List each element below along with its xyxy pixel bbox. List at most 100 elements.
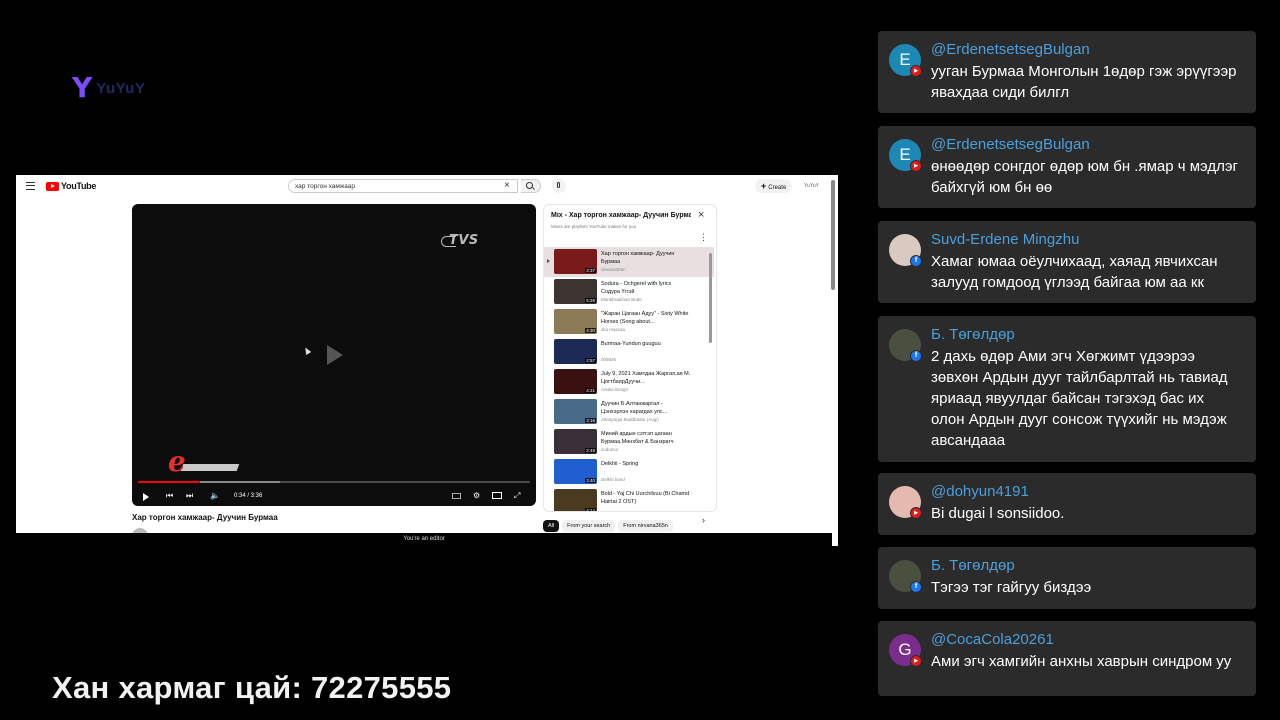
facebook-icon: f [910,350,922,362]
tv-channel-logo: e [168,445,240,478]
playlist-item[interactable]: 2:57 Burmaa-Yundun guuguu 005826 [544,337,714,367]
time-display: 0:34 / 3:36 [234,493,263,499]
playlist-item-title: Bold - Yaj Chi Uurchilvuu (Bi Chamd Hair… [601,491,690,505]
gear-icon[interactable]: ⚙ [473,491,480,501]
next-icon[interactable]: ⏭ [186,491,193,501]
youtube-play-icon [46,181,59,191]
chat-text: Bi dugai l sonsiidoo. [931,505,1065,522]
video-duration: 4:30 [585,328,596,333]
youtube-icon: ▶ [910,65,922,77]
filter-chip[interactable]: All [543,520,560,532]
more-options-icon[interactable]: ⋮ [699,233,708,242]
chevron-right-icon[interactable]: › [702,515,705,525]
chat-text: 2 дахь өдөр Ами эгч Хөгжимт үдээрээ зөвх… [931,348,1228,449]
filter-chip[interactable]: From your search [562,520,616,532]
video-thumbnail: 3:40 [554,459,597,484]
menu-icon[interactable] [26,182,35,190]
playlist-item-title: Хар торгон хамжаар- Дуучин Бурмаа [601,251,675,265]
logo-text: YuYuY [96,79,146,97]
playlist-item[interactable]: 2:49 Миний ардын сэтгэл цагаан Бурмаа,Мөн… [544,427,714,457]
voice-search-button[interactable] [552,179,566,193]
progress-bar[interactable] [138,481,530,483]
youtube-logo[interactable]: YouTube [46,181,96,191]
chat-message: f Suvd-Erdene Mingzhu Хамаг юмаа оёулчихаа… [878,221,1256,303]
playlist-item[interactable]: 3:37 Хар торгон хамжаар- Дуучин Бурмаа nir… [544,247,714,277]
video-duration: 2:49 [585,448,596,453]
chat-text: ууган Бурмаа Монголын 1өдөр гэж эрүүгээр… [931,63,1237,101]
chat-username: Suvd-Erdene Mingzhu [931,231,1080,248]
logo-mark: Y [72,71,93,104]
play-icon[interactable] [143,493,149,501]
playlist-item[interactable]: 4:21 July 9, 2021 Хамтдаа Жаргая,ая М. Цо… [544,367,714,397]
chat-username: @ErdenetsetsegBulgan [931,41,1090,58]
tv-logo-bar [180,464,240,471]
video-duration: 3:16 [585,418,596,423]
playlist-item[interactable]: 4:30 "Жаран Цагаан Адуу" - Sixty White Ho… [544,307,714,337]
sponsor-banner: Хан хармаг цай: 72275555 [52,670,452,705]
playlist-item-title: Миний ардын сэтгэл цагаан Бурмаа,Мөнхбат… [601,431,674,445]
video-duration: 4:21 [585,388,596,393]
close-icon[interactable]: × [698,209,704,221]
progress-fill [138,481,200,483]
chat-username: @dohyun4191 [931,483,1029,500]
chat-text: Ами эгч хамгийн анхны хаврын синдром уу [931,653,1232,670]
playlist-item-channel: sodumur [601,447,619,452]
chat-username: @ErdenetsetsegBulgan [931,136,1090,153]
video-duration: 4:14 [585,508,596,512]
playlist-item-title: "Жаран Цагаан Адуу" - Sixty White Horses… [601,311,689,325]
playlist-scrollbar[interactable] [709,253,712,343]
shared-screen: YouTube хар торгон хамжаар × + Create YuY… [16,175,838,546]
search-button[interactable] [521,179,541,193]
plus-icon: + [761,181,767,191]
tv-logo-letter: e [168,445,186,478]
fullscreen-icon[interactable]: ⤢ [514,491,520,501]
playlist-item-title: Delkhii - Spring [601,461,639,467]
video-thumbnail: 4:30 [554,309,597,334]
chat-text: Тэгээ тэг гайгуу биздээ [931,579,1092,596]
editor-notice: You're an editor [16,533,832,546]
video-duration: 2:57 [585,358,596,363]
player-controls: ⏮ ⏭ 🔈 0:34 / 3:36 ⚙ ⤢ [132,488,536,504]
youtube-header: YouTube хар торгон хамжаар × + Create YuY… [16,175,838,199]
video-thumbnail: 4:21 [554,369,597,394]
video-player[interactable]: TVS e ⏮ ⏭ 🔈 0:34 / 3:36 ⚙ ⤢ [132,204,536,506]
playlist-title: Mix - Хар торгон хамжаар- Дуучин Бурмаа [551,212,691,219]
video-duration: 3:37 [585,268,596,273]
video-thumbnail: 2:57 [554,339,597,364]
youtube-icon: ▶ [910,160,922,172]
playlist-item-title: Sodura - Ochgerel with lyrics Содура Үгг… [601,281,672,295]
video-title: Хар торгон хамжаар- Дуучин Бурмаа [132,513,278,522]
search-icon [526,182,533,189]
playlist-item[interactable]: 4:14 Bold - Yaj Chi Uurchilvuu (Bi Chamd … [544,487,714,512]
mouse-cursor-icon [302,345,312,356]
subtitles-icon[interactable] [452,493,461,499]
account-avatar[interactable]: YuYuY [804,183,819,189]
create-label: Create [768,185,787,191]
video-thumbnail: 3:37 [554,249,597,274]
center-play-icon[interactable] [327,345,343,365]
create-button[interactable]: + Create [755,179,793,193]
previous-icon[interactable]: ⏮ [166,491,173,501]
page-scrollbar[interactable] [831,180,835,290]
playlist-item[interactable]: 3:40 Delkhii - Spring Delkhi band [544,457,714,487]
filter-chips: All From your search From nirvana365n [543,514,676,532]
playlist-item[interactable]: 5:28 Sodura - Ochgerel with lyrics Содура… [544,277,714,307]
video-thumbnail: 2:49 [554,429,597,454]
playlist-items: 3:37 Хар торгон хамжаар- Дуучин Бурмаа nir… [544,247,714,512]
video-duration: 3:40 [585,478,596,483]
volume-icon[interactable]: 🔈 [210,491,220,501]
playlist-item[interactable]: 3:16 Дуучин Б.Алтанжаргал - Цэнхэрлэн хар… [544,397,714,427]
clear-search-icon[interactable]: × [504,179,510,193]
youtube-icon: ▶ [910,655,922,667]
search-input[interactable]: хар торгон хамжаар [288,179,518,193]
chat-message: E ▶ @ErdenetsetsegBulgan өнөөдөр сонгдог өд… [878,126,1256,208]
now-playing-icon [547,259,550,263]
filter-chip[interactable]: From nirvana365n [618,520,673,532]
miniplayer-icon[interactable] [492,492,502,499]
playlist-item-title: Дуучин Б.Алтанжаргал - Цэнхэрлэн харагда… [601,401,668,415]
playlist-item-channel: nirvana365n [601,267,626,272]
mic-icon [557,182,560,188]
chat-text: Хамаг юмаа оёулчихаад, хаяад явчихсан за… [931,253,1218,291]
chat-text: өнөөдөр сонгдог өдөр юм бн .ямар ч мэдлэ… [931,158,1238,196]
facebook-icon: f [910,255,922,267]
